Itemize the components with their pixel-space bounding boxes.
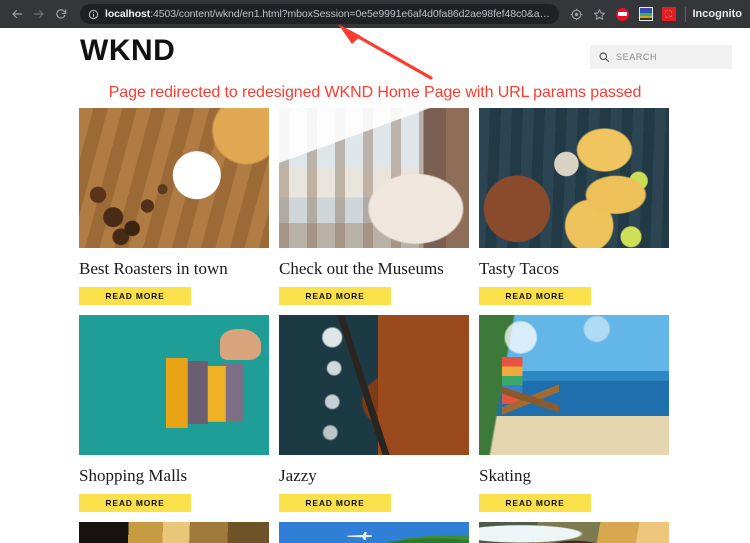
card-title: Skating	[479, 466, 531, 485]
browser-action-icons: ⛶ Incognito	[565, 3, 745, 25]
card[interactable]: Tasty Tacos READ MORE	[479, 108, 669, 315]
red-square-extension-glyph: ⛶	[665, 8, 672, 19]
wknd-logo[interactable]: WKND	[80, 34, 175, 68]
card[interactable]: Jazzy READ MORE	[279, 315, 469, 522]
card-image-coffee-cup-with-beans-and-croissant[interactable]	[79, 108, 269, 248]
site-header: WKND SEARCH	[0, 28, 750, 74]
url-text[interactable]: localhost:4503/content/wknd/en1.html?mbo…	[105, 4, 551, 24]
card-image-beach-deck-chair[interactable]	[479, 315, 669, 455]
card[interactable]: Best Roasters in town READ MORE	[79, 108, 269, 315]
card-partial[interactable]	[79, 522, 269, 543]
url-host: localhost	[105, 8, 151, 20]
back-button[interactable]	[6, 3, 28, 25]
arrow-left-icon	[12, 9, 23, 19]
picture-extension-icon[interactable]	[635, 3, 657, 25]
card-grid: Best Roasters in town READ MORE Check ou…	[75, 108, 675, 543]
incognito-profile-label[interactable]: Incognito	[693, 8, 745, 20]
redirect-annotation-text: Page redirected to redesigned WKND Home …	[108, 84, 642, 101]
card-title: Jazzy	[279, 466, 317, 485]
card-partial[interactable]	[479, 522, 669, 543]
star-icon[interactable]	[589, 3, 611, 25]
red-record-extension-icon[interactable]	[612, 3, 634, 25]
card[interactable]: Shopping Malls READ MORE	[79, 315, 269, 522]
card-image-dark-golden-texture[interactable]	[79, 522, 269, 543]
read-more-button[interactable]: READ MORE	[479, 287, 591, 305]
address-bar[interactable]: localhost:4503/content/wknd/en1.html?mbo…	[80, 4, 559, 24]
card-title: Tasty Tacos	[479, 259, 559, 278]
card-image-ocean-wave-at-sunset[interactable]	[479, 522, 669, 543]
reload-button[interactable]	[50, 3, 72, 25]
browser-toolbar: localhost:4503/content/wknd/en1.html?mbo…	[0, 0, 750, 28]
search-icon	[598, 51, 610, 63]
read-more-button[interactable]: READ MORE	[279, 287, 391, 305]
card-title: Best Roasters in town	[79, 259, 228, 278]
card[interactable]: Skating READ MORE	[479, 315, 669, 522]
card-partial[interactable]	[279, 522, 469, 543]
target-icon[interactable]	[566, 3, 588, 25]
url-path: :4503/content/wknd/en1.html?mboxSession=…	[150, 8, 551, 20]
search-placeholder: SEARCH	[616, 52, 658, 62]
read-more-button[interactable]: READ MORE	[79, 494, 191, 512]
card-image-museum-interior-with-statue[interactable]	[279, 108, 469, 248]
read-more-button[interactable]: READ MORE	[79, 287, 191, 305]
card-image-airplane-in-blue-sky[interactable]	[279, 522, 469, 543]
card-title: Check out the Museums	[279, 259, 444, 278]
reload-icon	[56, 9, 67, 19]
card-image-tacos-on-rustic-table[interactable]	[479, 108, 669, 248]
red-square-extension-icon[interactable]: ⛶	[658, 3, 680, 25]
card-image-guitarist-on-stage[interactable]	[279, 315, 469, 455]
forward-button[interactable]	[28, 3, 50, 25]
info-circle-icon[interactable]	[88, 9, 99, 20]
toolbar-divider	[684, 6, 686, 22]
card-title: Shopping Malls	[79, 466, 188, 485]
card[interactable]: Check out the Museums READ MORE	[279, 108, 469, 315]
read-more-button[interactable]: READ MORE	[479, 494, 591, 512]
search-input[interactable]: SEARCH	[590, 45, 732, 69]
page-content: WKND SEARCH Page redirected to redesigne…	[0, 28, 750, 543]
arrow-right-icon	[33, 9, 44, 19]
read-more-button[interactable]: READ MORE	[279, 494, 391, 512]
card-image-hand-holding-shopping-bags[interactable]	[79, 315, 269, 455]
